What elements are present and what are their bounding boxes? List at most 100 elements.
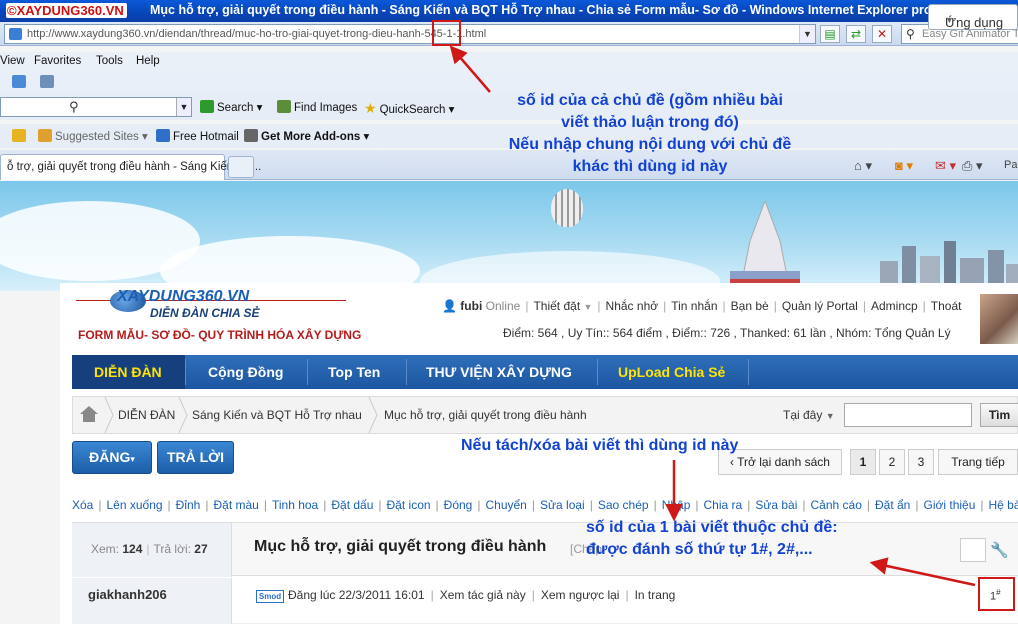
new-post-button[interactable]: ĐĂNG▾ [72,441,152,474]
toolbar-search-input[interactable]: ⚲ ▼ [0,97,192,117]
forum-slogan: FORM MẪU- SƠ ĐỒ- QUY TRÌNH HÓA XÂY DỰNG [78,328,362,342]
wrench-icon[interactable]: 🔧 [990,541,1009,559]
mod-warn[interactable]: Cảnh cáo [811,498,862,512]
print-icon[interactable]: ⎙ ▾ [962,158,983,174]
admincp-link[interactable]: Admincp [871,299,918,313]
menu-favorites[interactable]: Favorites [34,55,81,67]
nav-top-ten[interactable]: Top Ten [328,364,380,380]
search-scope[interactable]: Tại đây ▼ [783,408,835,422]
post-meta: Đăng lúc 22/3/2011 16:01 | Xem tác giả này… [288,588,676,602]
breadcrumb-thread[interactable]: Mục hỗ trợ, giải quyết trong điều hành [384,408,587,422]
friends-link[interactable]: Bạn bè [731,299,769,313]
mod-move-updown[interactable]: Lên xuống [106,498,162,512]
chevron-down-icon: ▼ [583,302,593,312]
breadcrumb: DIỄN ĐÀN Sáng Kiến và BQT Hỗ Trợ nhau Mụ… [72,396,1018,434]
search-icon: ⚲ [69,99,79,114]
chevron-down-icon[interactable]: ▼ [176,98,191,116]
forum-navbar: DIỄN ĐÀN Cộng Đồng Top Ten THƯ VIỆN XÂY … [72,355,1018,389]
moderation-toolbar: Xóa | Lên xuống | Đỉnh | Đặt màu | Tinh hoa | Đặt … [72,498,1018,516]
mod-delete[interactable]: Xóa [72,498,93,512]
page-menu[interactable]: Pa [1004,159,1017,171]
mod-icon[interactable]: Đặt icon [387,498,431,512]
home-icon[interactable] [79,405,99,423]
mod-stamp[interactable]: Đặt dấu [331,498,373,512]
favorites-star-icon[interactable] [12,129,29,143]
feeds-icon[interactable] [40,75,57,89]
forum-search-input[interactable] [844,403,972,427]
mod-split[interactable]: Chia ra [704,498,743,512]
page-1[interactable]: 1 [850,449,876,475]
watermark-logo: ©XAYDUNG360.VN [6,3,127,18]
apps-dropdown[interactable]: Ứng dụng ▼ [928,4,1018,30]
chevron-down-icon[interactable]: ▼ [799,25,815,43]
portal-admin-link[interactable]: Quản lý Portal [782,299,858,313]
mod-edit-post[interactable]: Sửa bài [755,498,797,512]
reverse-order-link[interactable]: Xem ngược lại [541,588,620,602]
find-images-button[interactable]: Find Images [277,100,357,114]
toolbar-search-button[interactable]: Search ▾ [200,100,262,114]
nav-library[interactable]: THƯ VIỆN XÂY DỰNG [426,364,572,380]
menu-view[interactable]: View [0,55,25,67]
thread-stats: Xem: 124 | Trả lời: 27 [91,542,208,556]
quick-search-button[interactable]: ★ QuickSearch ▾ [364,100,454,117]
menu-help[interactable]: Help [136,55,160,67]
mod-move[interactable]: Chuyển [485,498,526,512]
thread-title[interactable]: Mục hỗ trợ, giải quyết trong điều hành [254,538,546,556]
username-link[interactable]: fubi [460,299,482,313]
forum-logo-subtitle: DIỄN ĐÀN CHIA SẺ [150,306,260,320]
browser-tab-active[interactable]: ỗ trợ, giải quyết trong điều hành - Sáng… [0,154,261,180]
feeds-icon[interactable]: ◙ ▾ [895,158,913,174]
stop-icon[interactable]: ✕ [872,25,892,43]
mod-close[interactable]: Đóng [444,498,473,512]
favorites-icon[interactable] [12,75,29,89]
breadcrumb-forum[interactable]: DIỄN ĐÀN [118,408,175,422]
free-hotmail-link[interactable]: Free Hotmail [156,129,239,143]
home-icon[interactable]: ⌂ ▾ [854,158,872,174]
mod-copy[interactable]: Sao chép [598,498,649,512]
compat-view-icon[interactable]: ▤ [820,25,840,43]
mod-color[interactable]: Đặt màu [213,498,258,512]
thread-header: Xem: 124 | Trả lời: 27 Mục hỗ trợ, giải qu… [72,522,1018,577]
messages-link[interactable]: Tin nhắn [671,299,717,313]
mod-sticky[interactable]: Đỉnh [176,498,201,512]
thread-option-box[interactable] [960,538,986,562]
annotation-post-id: số id của 1 bài viết thuộc chủ đề: được … [586,519,838,558]
next-page-button[interactable]: Trang tiếp [938,449,1018,475]
forum-search-button[interactable]: Tìm [980,403,1018,427]
mod-post-system[interactable]: Hệ bài [989,498,1018,512]
mail-icon[interactable]: ✉ ▾ [935,158,956,174]
mod-hide[interactable]: Đặt ẩn [875,498,910,512]
user-stats: Điểm: 564 , Uy Tín:: 564 điểm , Điểm:: 7… [503,326,951,340]
nav-forum[interactable]: DIỄN ĐÀN [94,364,162,380]
address-url[interactable]: http://www.xaydung360.vn/diendan/thread/… [27,28,486,40]
mod-edit-type[interactable]: Sửa loại [540,498,585,512]
print-link[interactable]: In trang [635,588,676,602]
forum-banner [0,181,1018,291]
get-addons-link[interactable]: Get More Add-ons ▾ [244,129,369,143]
forum-logo[interactable]: XAYDUNG360.VN [117,288,249,306]
mod-recommend[interactable]: Giới thiệu [923,498,975,512]
mod-featured[interactable]: Tinh hoa [272,498,318,512]
menu-tools[interactable]: Tools [96,55,123,67]
annotation-split: Nếu tách/xóa bài viết thì dùng id này [461,437,739,454]
view-author-link[interactable]: Xem tác giả này [440,588,526,602]
post-author[interactable]: giakhanh206 [88,587,167,602]
page-3[interactable]: 3 [908,449,934,475]
page-2[interactable]: 2 [879,449,905,475]
avatar[interactable] [980,294,1018,344]
address-bar[interactable]: http://www.xaydung360.vn/diendan/thread/… [4,24,816,44]
breadcrumb-category[interactable]: Sáng Kiến và BQT Hỗ Trợ nhau [192,408,362,422]
settings-link[interactable]: Thiết đặt [533,299,580,313]
reply-button[interactable]: TRẢ LỜI [157,441,234,474]
refresh-icon[interactable]: ⇄ [846,25,866,43]
post-header-row: giakhanh206 Smod Đăng lúc 22/3/2011 16:0… [72,578,1018,624]
new-tab-button[interactable] [228,156,254,178]
reminders-link[interactable]: Nhắc nhở [606,299,659,313]
building-image [730,201,800,291]
nav-community[interactable]: Cộng Đồng [208,364,283,380]
suggested-sites-link[interactable]: Suggested Sites ▾ [38,129,148,143]
addon-icon [244,129,258,142]
nav-upload[interactable]: UpLoad Chia Sẻ [618,364,725,380]
logout-link[interactable]: Thoát [931,299,962,313]
mod-merge[interactable]: Nhập [662,498,691,512]
